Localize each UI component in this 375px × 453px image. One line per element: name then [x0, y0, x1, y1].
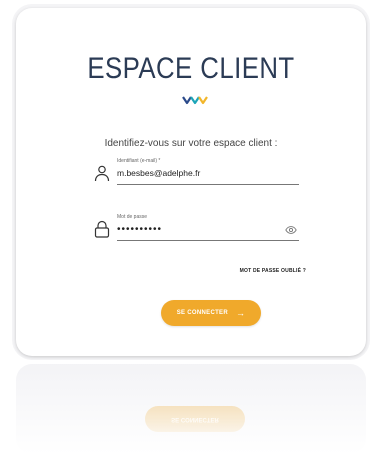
- page: ESPACE CLIENT Identifiez-vous sur votre …: [0, 0, 375, 453]
- reflection-card: [16, 364, 366, 453]
- email-underline: [117, 184, 299, 185]
- password-label: Mot de passe: [117, 214, 148, 220]
- password-input[interactable]: ••••••••••: [117, 224, 277, 235]
- login-button[interactable]: SE CONNECTER →: [161, 300, 261, 326]
- login-instructions: Identifiez-vous sur votre espace client …: [104, 138, 278, 149]
- email-input[interactable]: [117, 168, 277, 178]
- card-reflection: SE CONNECTER: [16, 356, 366, 453]
- reflection-button: SE CONNECTER: [145, 406, 245, 432]
- login-card: ESPACE CLIENT Identifiez-vous sur votre …: [16, 8, 366, 356]
- login-button-label: SE CONNECTER: [176, 310, 228, 316]
- email-label: Identifiant (e-mail) *: [117, 158, 161, 164]
- reflection-button-label: SE CONNECTER: [171, 416, 219, 422]
- arrow-right-icon: →: [235, 308, 246, 318]
- brand-logo-icon: [182, 96, 208, 105]
- email-field[interactable]: Identifiant (e-mail) *: [93, 158, 299, 190]
- page-title: ESPACE CLIENT: [87, 52, 295, 85]
- forgot-password-link[interactable]: MOT DE PASSE OUBLIÉ ?: [240, 268, 306, 274]
- password-field[interactable]: Mot de passe ••••••••••: [93, 214, 299, 246]
- lock-icon: [94, 220, 110, 238]
- eye-icon[interactable]: [285, 226, 297, 234]
- password-underline: [117, 240, 299, 241]
- user-icon: [94, 165, 110, 182]
